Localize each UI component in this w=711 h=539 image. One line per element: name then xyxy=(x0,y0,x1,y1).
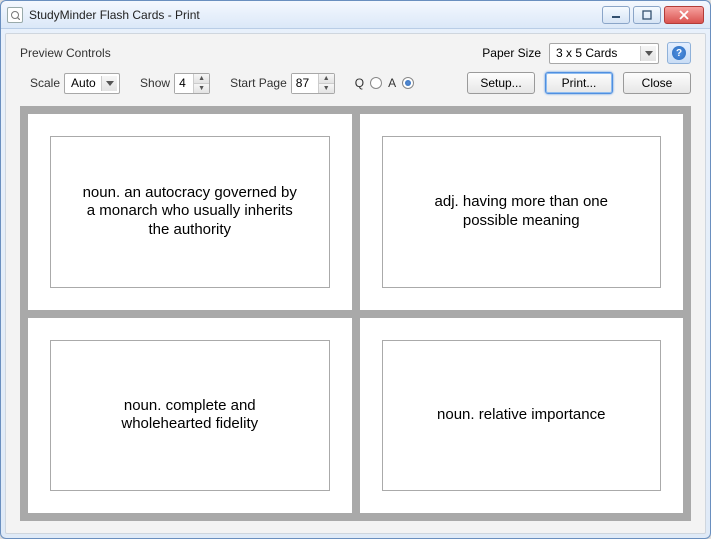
show-spinner[interactable]: ▲▼ xyxy=(174,73,210,94)
card-page: noun. an autocracy governed by a monarch… xyxy=(28,114,352,310)
paper-size-label: Paper Size xyxy=(482,46,541,60)
paper-size-value: 3 x 5 Cards xyxy=(556,46,636,60)
preview-controls-label: Preview Controls xyxy=(20,46,111,60)
print-button-label: Print... xyxy=(562,76,597,90)
card: noun. complete and wholehearted fidelity xyxy=(50,340,330,492)
help-button[interactable]: ? xyxy=(667,42,691,64)
card-text: noun. an autocracy governed by a monarch… xyxy=(77,184,303,240)
card: noun. an autocracy governed by a monarch… xyxy=(50,136,330,288)
maximize-button[interactable] xyxy=(633,6,661,24)
app-icon xyxy=(7,7,23,23)
card-page: adj. having more than one possible meani… xyxy=(360,114,684,310)
spinner-buttons[interactable]: ▲▼ xyxy=(193,74,209,93)
spinner-buttons[interactable]: ▲▼ xyxy=(318,74,334,93)
card-text: adj. having more than one possible meani… xyxy=(409,193,635,231)
toolbar: Preview Controls Paper Size 3 x 5 Cards … xyxy=(6,34,705,100)
card-text: noun. complete and wholehearted fidelity xyxy=(77,397,303,435)
close-icon xyxy=(678,10,690,20)
scale-value: Auto xyxy=(71,76,97,90)
paper-size-combo[interactable]: 3 x 5 Cards xyxy=(549,43,659,64)
scale-combo[interactable]: Auto xyxy=(64,73,120,94)
maximize-icon xyxy=(642,10,652,20)
close-button[interactable]: Close xyxy=(623,72,691,94)
minimize-icon xyxy=(611,10,621,20)
card: adj. having more than one possible meani… xyxy=(382,136,662,288)
card: noun. relative importance xyxy=(382,340,662,492)
print-button[interactable]: Print... xyxy=(545,72,613,94)
titlebar[interactable]: StudyMinder Flash Cards - Print xyxy=(1,1,710,29)
client-area: Preview Controls Paper Size 3 x 5 Cards … xyxy=(5,33,706,534)
show-label: Show xyxy=(140,76,170,90)
a-radio-label: A xyxy=(388,76,396,90)
start-page-input[interactable] xyxy=(292,74,318,93)
q-radio-label: Q xyxy=(355,76,364,90)
preview-panel[interactable]: noun. an autocracy governed by a monarch… xyxy=(20,106,691,521)
close-button-label: Close xyxy=(642,76,673,90)
chevron-down-icon xyxy=(101,76,117,91)
card-page: noun. relative importance xyxy=(360,318,684,514)
minimize-button[interactable] xyxy=(602,6,630,24)
app-window: StudyMinder Flash Cards - Print Preview … xyxy=(0,0,711,539)
q-radio[interactable] xyxy=(370,77,382,89)
setup-button-label: Setup... xyxy=(480,76,521,90)
help-icon: ? xyxy=(672,46,686,60)
setup-button[interactable]: Setup... xyxy=(467,72,535,94)
close-window-button[interactable] xyxy=(664,6,704,24)
scale-label: Scale xyxy=(30,76,60,90)
chevron-down-icon xyxy=(640,46,656,61)
start-page-spinner[interactable]: ▲▼ xyxy=(291,73,335,94)
start-page-label: Start Page xyxy=(230,76,287,90)
window-title: StudyMinder Flash Cards - Print xyxy=(29,8,200,22)
a-radio[interactable] xyxy=(402,77,414,89)
card-text: noun. relative importance xyxy=(437,406,605,425)
card-page: noun. complete and wholehearted fidelity xyxy=(28,318,352,514)
show-input[interactable] xyxy=(175,74,193,93)
